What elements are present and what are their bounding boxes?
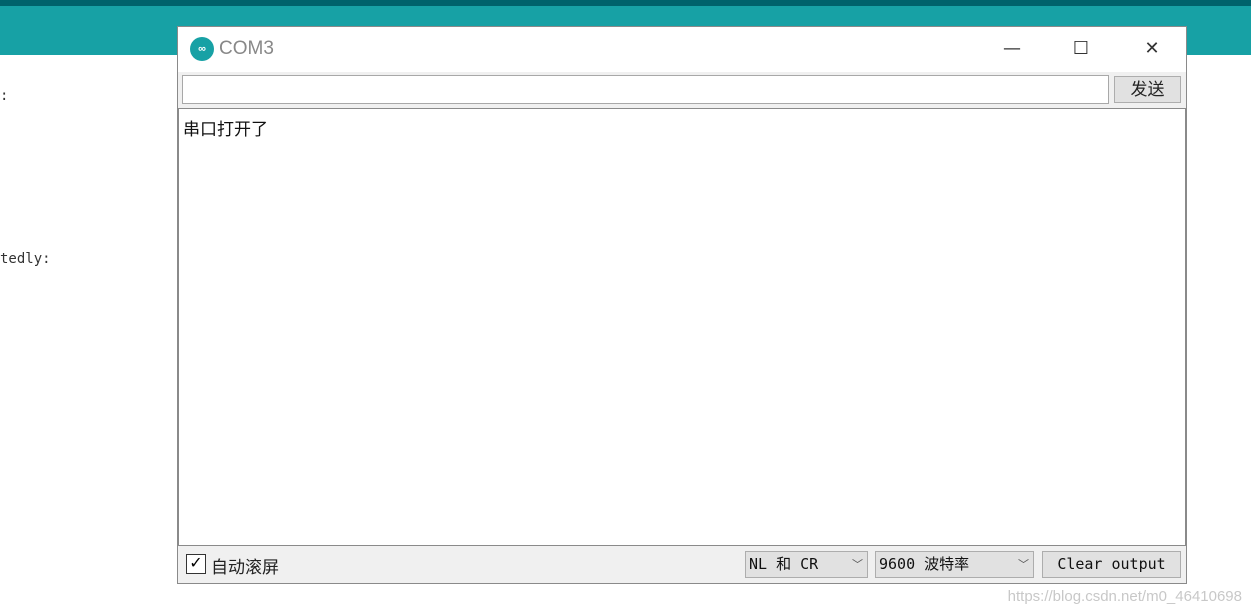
- minimize-button[interactable]: —: [990, 35, 1034, 63]
- line-ending-select[interactable]: NL 和 CR ﹀: [745, 551, 868, 578]
- background-code-text: tedly:: [0, 251, 51, 267]
- send-input[interactable]: [182, 75, 1109, 104]
- watermark: https://blog.csdn.net/m0_46410698: [1007, 588, 1242, 605]
- baud-rate-select[interactable]: 9600 波特率 ﹀: [875, 551, 1034, 578]
- chevron-down-icon: ﹀: [1018, 558, 1029, 571]
- line-ending-value: NL 和 CR: [749, 555, 819, 573]
- background-code-text: :: [0, 88, 9, 104]
- title-bar: ∞ COM3 — ☐ ✕: [178, 27, 1186, 72]
- maximize-button[interactable]: ☐: [1059, 35, 1103, 63]
- serial-output[interactable]: 串口打开了: [178, 108, 1186, 546]
- send-button[interactable]: 发送: [1114, 76, 1181, 103]
- autoscroll-label: 自动滚屏: [211, 558, 279, 577]
- chevron-down-icon: ﹀: [852, 558, 863, 571]
- window-title: COM3: [219, 38, 274, 59]
- serial-monitor-window: ∞ COM3 — ☐ ✕ 发送 串口打开了 ✓ 自动滚屏 NL 和 CR ﹀ 96…: [177, 26, 1187, 584]
- baud-rate-value: 9600 波特率: [879, 555, 970, 573]
- close-button[interactable]: ✕: [1130, 35, 1174, 63]
- output-line: 串口打开了: [183, 120, 268, 140]
- clear-output-button[interactable]: Clear output: [1042, 551, 1181, 578]
- autoscroll-checkbox[interactable]: ✓: [186, 554, 206, 574]
- arduino-logo-icon: ∞: [190, 37, 214, 61]
